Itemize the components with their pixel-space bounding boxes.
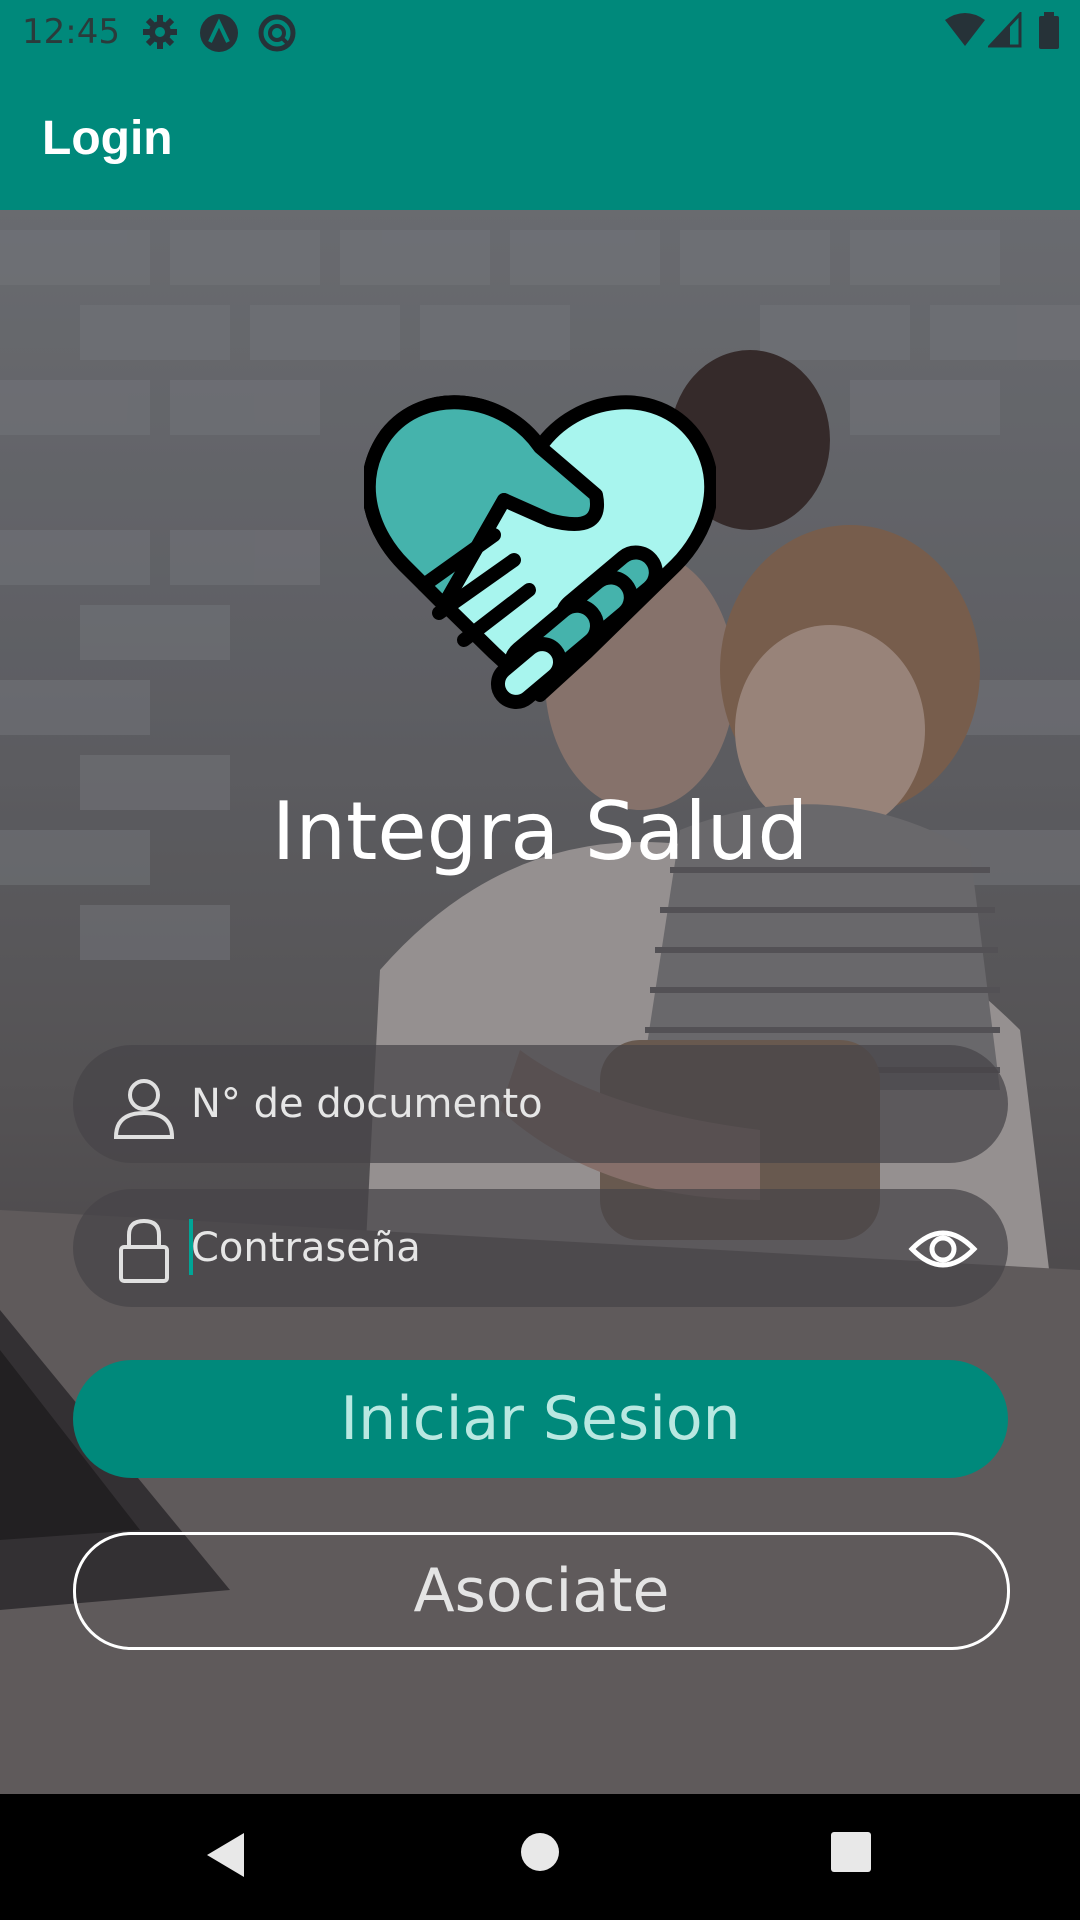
- password-placeholder: Contraseña: [191, 1225, 421, 1271]
- eye-icon[interactable]: [908, 1219, 978, 1279]
- app-brand-name: Integra Salud: [271, 785, 809, 878]
- app-a-icon: [200, 14, 238, 52]
- handshake-heart-logo: [364, 395, 716, 709]
- system-nav-bar: [0, 1794, 1080, 1920]
- signal-icon: [988, 12, 1022, 48]
- register-button[interactable]: Asociate: [73, 1532, 1010, 1650]
- page-title: Login: [42, 112, 173, 165]
- login-button[interactable]: Iniciar Sesion: [73, 1360, 1008, 1478]
- status-time: 12:45: [22, 12, 120, 52]
- status-bar: 12:45: [0, 0, 1080, 63]
- password-input[interactable]: Contraseña: [73, 1189, 1008, 1307]
- sync-icon: [258, 14, 296, 52]
- document-number-placeholder: N° de documento: [191, 1081, 543, 1127]
- back-icon[interactable]: [204, 1830, 248, 1880]
- app-bar: Login: [0, 63, 1080, 210]
- battery-icon: [1039, 12, 1059, 49]
- document-number-input[interactable]: N° de documento: [73, 1045, 1008, 1163]
- settings-icon: [143, 15, 177, 49]
- person-icon: [113, 1079, 175, 1139]
- wifi-icon: [945, 13, 985, 46]
- lock-icon: [119, 1218, 169, 1283]
- home-icon[interactable]: [520, 1830, 560, 1880]
- login-screen: Integra Salud N° de documento Contraseña…: [0, 210, 1080, 1794]
- recents-icon[interactable]: [830, 1830, 872, 1880]
